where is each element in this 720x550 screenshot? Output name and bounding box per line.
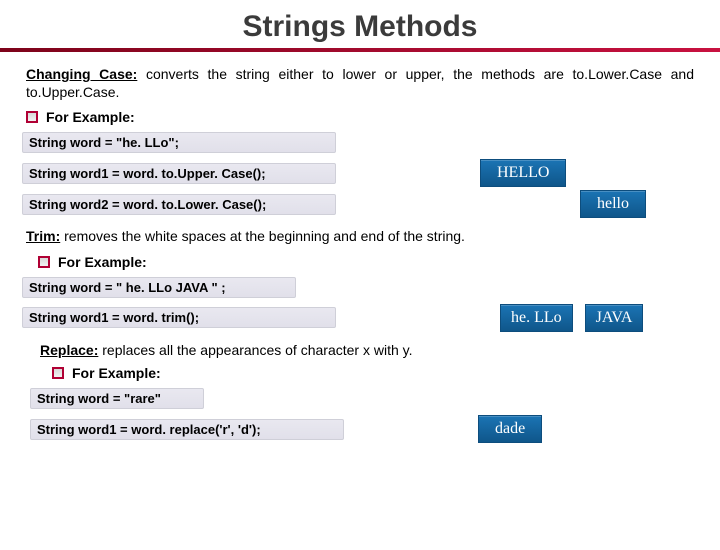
output-pill-trim-2: JAVA [585,304,644,332]
output-pill-trim-1: he. LLo [500,304,573,332]
page-title: Strings Methods [0,10,720,44]
section-trim: Trim: removes the white spaces at the be… [26,228,694,246]
code-box: String word1 = word. trim(); [22,307,336,328]
heading-replace: Replace: [40,342,98,358]
heading-trim: Trim: [26,228,60,244]
text-trim: removes the white spaces at the beginnin… [60,228,465,244]
output-pill-dade: dade [478,415,542,443]
code-row-1b: String word1 = word. to.Upper. Case(); H… [26,159,694,187]
code-row-3a: String word = "rare" [34,385,694,412]
code-row-1c: String word2 = word. to.Lower. Case(); h… [26,190,694,218]
heading-changing-case: Changing Case: [26,66,137,82]
code-row-1a: String word = "he. LLo"; [26,129,694,156]
example-row-2: For Example: [38,254,694,270]
code-box: String word = "rare" [30,388,204,409]
example-label-1: For Example: [46,109,135,125]
bullet-icon [26,111,38,123]
text-replace: replaces all the appearances of characte… [98,342,412,358]
code-box: String word = " he. LLo JAVA " ; [22,277,296,298]
example-row-3: For Example: [52,365,694,381]
section-changing-case: Changing Case: converts the string eithe… [26,66,694,101]
code-row-2b: String word1 = word. trim(); he. LLo JAV… [26,304,694,332]
section-replace: Replace: replaces all the appearances of… [40,342,694,360]
code-box: String word1 = word. replace('r', 'd'); [30,419,344,440]
example-label-2: For Example: [58,254,147,270]
example-label-3: For Example: [72,365,161,381]
code-row-3b: String word1 = word. replace('r', 'd'); … [34,415,694,443]
example-row-1: For Example: [26,109,694,125]
output-pill-hello-lower: hello [580,190,646,218]
code-row-2a: String word = " he. LLo JAVA " ; [26,274,694,301]
content-area: Changing Case: converts the string eithe… [0,52,720,443]
code-box: String word = "he. LLo"; [22,132,336,153]
code-box: String word2 = word. to.Lower. Case(); [22,194,336,215]
output-pill-hello-upper: HELLO [480,159,566,187]
bullet-icon [38,256,50,268]
code-box: String word1 = word. to.Upper. Case(); [22,163,336,184]
bullet-icon [52,367,64,379]
